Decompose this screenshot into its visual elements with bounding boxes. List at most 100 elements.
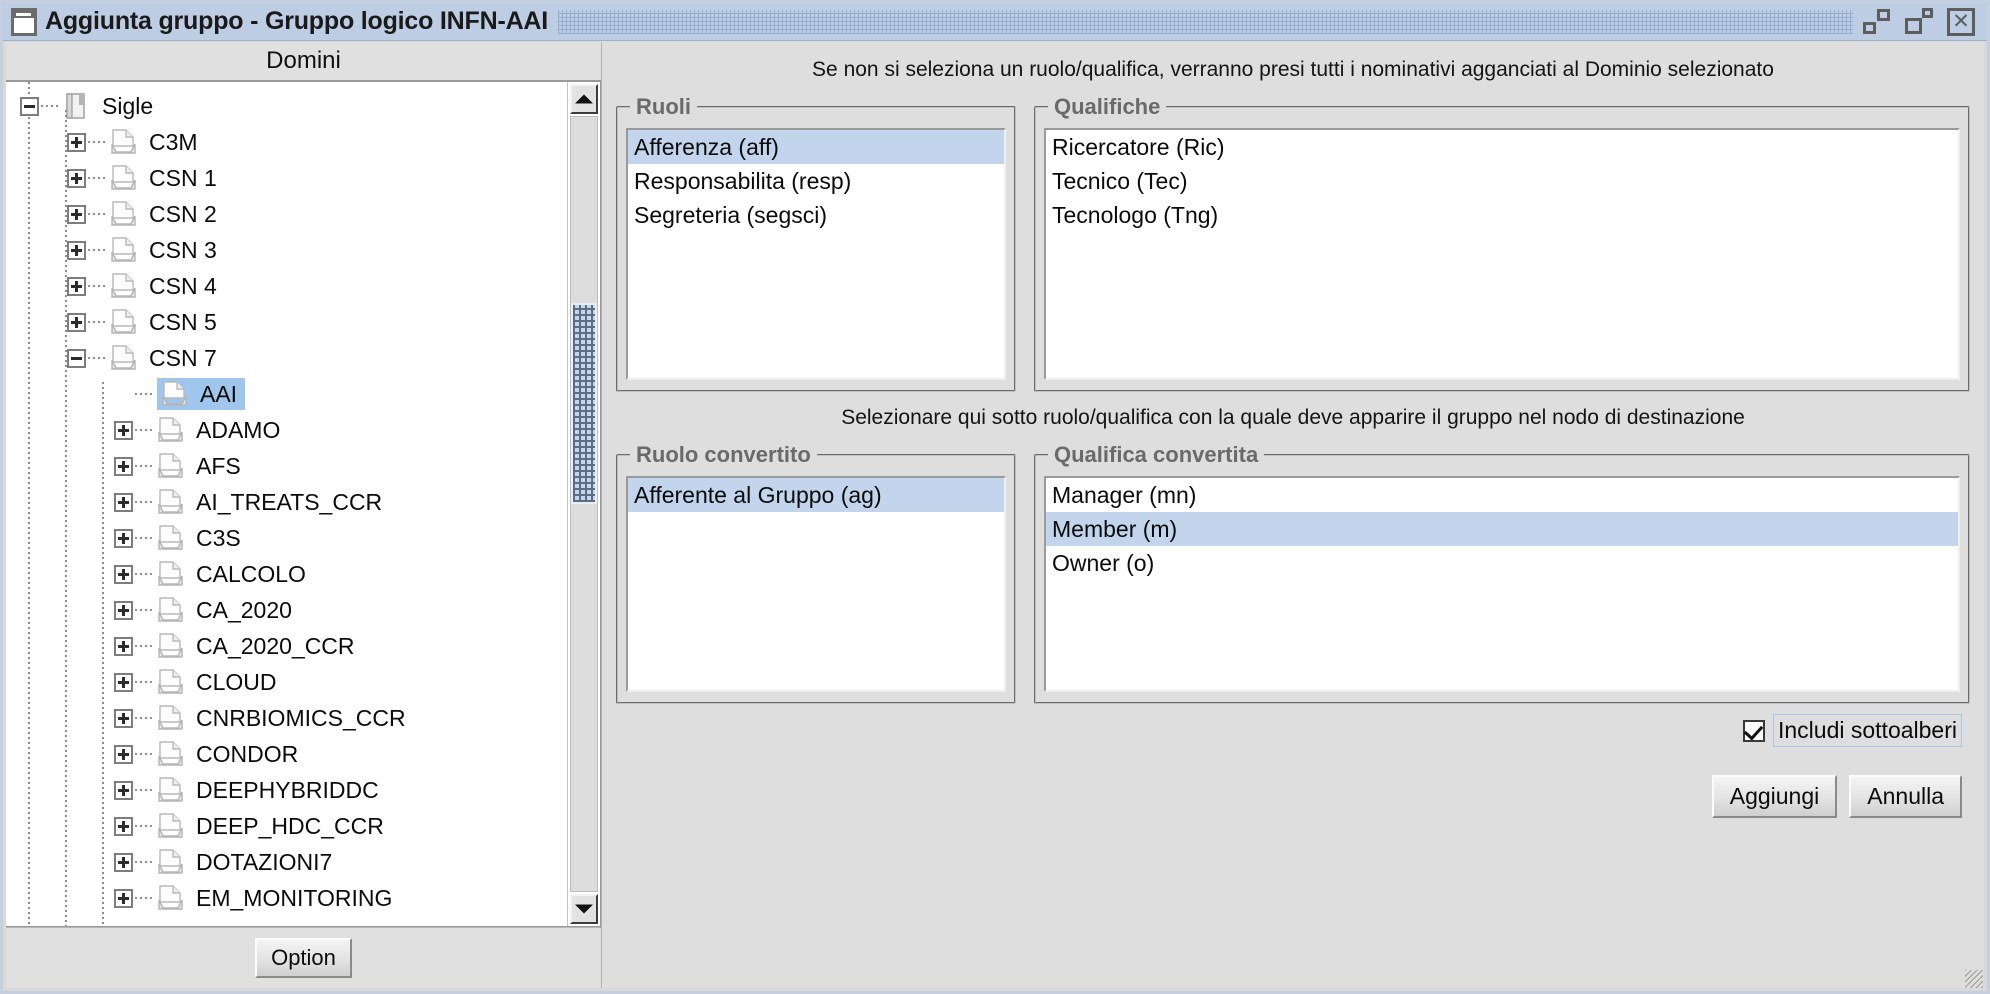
tree-item-label: CSN 2 — [149, 200, 217, 227]
source-groups-row: Ruoli Afferenza (aff) Responsabilita (res… — [602, 94, 1984, 392]
tree-item-em-monitoring[interactable]: EM_MONITORING — [6, 880, 567, 916]
tree-connector — [135, 789, 155, 791]
close-icon[interactable]: ✕ — [1947, 7, 1975, 36]
ruoli-item[interactable]: Afferenza (aff) — [628, 130, 1004, 164]
qualifiche-item[interactable]: Tecnologo (Tng) — [1046, 198, 1958, 232]
ruoli-item[interactable]: Responsabilita (resp) — [628, 164, 1004, 198]
tree-item-csn-1[interactable]: CSN 1 — [6, 160, 567, 196]
document-icon — [157, 560, 184, 588]
tree-item-c3m[interactable]: C3M — [6, 124, 567, 160]
annulla-button[interactable]: Annulla — [1849, 775, 1962, 818]
tree-item-csn-5[interactable]: CSN 5 — [6, 304, 567, 340]
tree-connector — [88, 285, 108, 287]
restore-down-icon[interactable] — [1863, 8, 1891, 36]
tree-item-content: CSN 1 — [110, 164, 221, 192]
qualifica-convertita-item[interactable]: Owner (o) — [1046, 546, 1958, 580]
expand-plus-icon[interactable] — [114, 816, 133, 836]
tree-item-label: AFS — [196, 452, 241, 479]
tree-item-content: Sigle — [63, 92, 157, 120]
ruolo-convertito-item[interactable]: Afferente al Gruppo (ag) — [628, 478, 1004, 512]
tree-item-csn-7[interactable]: CSN 7 — [6, 340, 567, 376]
tree-item-cnrbiomics-ccr[interactable]: CNRBIOMICS_CCR — [6, 700, 567, 736]
tree-item-csn-4[interactable]: CSN 4 — [6, 268, 567, 304]
tree-item-ca-2020[interactable]: CA_2020 — [6, 592, 567, 628]
expand-plus-icon[interactable] — [67, 312, 86, 332]
tree-item-label: CSN 7 — [149, 344, 217, 371]
expand-plus-icon[interactable] — [67, 276, 86, 296]
qualifica-convertita-legend: Qualifica convertita — [1054, 442, 1259, 467]
expand-plus-icon[interactable] — [67, 168, 86, 188]
expand-plus-icon[interactable] — [114, 888, 133, 908]
ruoli-legend: Ruoli — [636, 94, 691, 119]
resize-grip[interactable] — [1965, 970, 1983, 988]
qualifica-convertita-list[interactable]: Manager (mn) Member (m) Owner (o) — [1044, 476, 1960, 692]
tree-connector — [135, 537, 155, 539]
tree-item-dotazioni7[interactable]: DOTAZIONI7 — [6, 844, 567, 880]
expand-plus-icon[interactable] — [67, 132, 86, 152]
tree-connector — [41, 105, 61, 107]
ruoli-group: Ruoli Afferenza (aff) Responsabilita (res… — [616, 94, 1016, 392]
ruolo-convertito-list[interactable]: Afferente al Gruppo (ag) — [626, 476, 1006, 692]
expand-plus-icon[interactable] — [114, 636, 133, 656]
aggiungi-button[interactable]: Aggiungi — [1711, 775, 1838, 818]
qualifiche-item[interactable]: Ricercatore (Ric) — [1046, 130, 1958, 164]
expand-plus-icon[interactable] — [114, 528, 133, 548]
domains-footer: Option — [6, 927, 601, 988]
tree-item-calcolo[interactable]: CALCOLO — [6, 556, 567, 592]
scroll-up-button[interactable] — [570, 84, 598, 114]
expand-plus-icon[interactable] — [114, 564, 133, 584]
expand-plus-icon[interactable] — [114, 780, 133, 800]
title-bar[interactable]: Aggiunta gruppo - Gruppo logico INFN-AAI… — [3, 3, 1987, 41]
scrollbar-track[interactable] — [570, 116, 598, 892]
expand-plus-icon[interactable] — [114, 600, 133, 620]
tree-item-adamo[interactable]: ADAMO — [6, 412, 567, 448]
tree-item-csn-3[interactable]: CSN 3 — [6, 232, 567, 268]
tree-item-deep-hdc-ccr[interactable]: DEEP_HDC_CCR — [6, 808, 567, 844]
tree-connector — [135, 501, 155, 503]
collapse-minus-icon[interactable] — [67, 348, 86, 368]
tree-item-c3s[interactable]: C3S — [6, 520, 567, 556]
tree-item-content: CSN 3 — [110, 236, 221, 264]
tree-item-afs[interactable]: AFS — [6, 448, 567, 484]
expand-plus-icon[interactable] — [67, 204, 86, 224]
tree-item-aai[interactable]: AAI — [6, 376, 567, 412]
domains-panel: Domini Sigle C3M CSN 1 CSN 2 CSN 3 CSN 4 CSN 5… — [6, 42, 602, 988]
tree-scrollbar[interactable] — [567, 82, 600, 926]
collapse-minus-icon[interactable] — [20, 96, 39, 116]
option-button[interactable]: Option — [255, 938, 352, 978]
expand-plus-icon[interactable] — [114, 492, 133, 512]
tree-item-sigle[interactable]: Sigle — [6, 88, 567, 124]
tree-item-label: CSN 3 — [149, 236, 217, 263]
include-subtrees-checkbox[interactable] — [1743, 719, 1765, 742]
qualifiche-item[interactable]: Tecnico (Tec) — [1046, 164, 1958, 198]
tree-item-condor[interactable]: CONDOR — [6, 736, 567, 772]
expand-plus-icon[interactable] — [114, 420, 133, 440]
include-subtrees-row[interactable]: Includi sottoalberi — [1743, 714, 1962, 747]
include-subtrees-label[interactable]: Includi sottoalberi — [1773, 714, 1962, 747]
tree-connector — [88, 177, 108, 179]
tree-item-deephybriddc[interactable]: DEEPHYBRIDDC — [6, 772, 567, 808]
expand-plus-icon[interactable] — [114, 456, 133, 476]
tree-item-ai-treats-ccr[interactable]: AI_TREATS_CCR — [6, 484, 567, 520]
qualifica-convertita-item[interactable]: Manager (mn) — [1046, 478, 1958, 512]
qualifiche-list[interactable]: Ricercatore (Ric) Tecnico (Tec) Tecnologo … — [1044, 128, 1960, 380]
ruoli-item[interactable]: Segreteria (segsci) — [628, 198, 1004, 232]
tree-item-label: CSN 1 — [149, 164, 217, 191]
expand-plus-icon[interactable] — [114, 852, 133, 872]
tree-item-label: CSN 4 — [149, 272, 217, 299]
scrollbar-thumb[interactable] — [571, 302, 597, 504]
tree-item-ca-2020-ccr[interactable]: CA_2020_CCR — [6, 628, 567, 664]
expand-plus-icon[interactable] — [114, 708, 133, 728]
scroll-down-button[interactable] — [570, 894, 598, 924]
tree-item-csn-2[interactable]: CSN 2 — [6, 196, 567, 232]
tree-item-content: CA_2020 — [157, 596, 296, 624]
window-title: Aggiunta gruppo - Gruppo logico INFN-AAI — [45, 7, 549, 35]
expand-plus-icon[interactable] — [114, 744, 133, 764]
ruoli-list[interactable]: Afferenza (aff) Responsabilita (resp) Segr… — [626, 128, 1006, 380]
expand-plus-icon[interactable] — [114, 672, 133, 692]
domains-tree[interactable]: Sigle C3M CSN 1 CSN 2 CSN 3 CSN 4 CSN 5 CSN 7 AA… — [6, 82, 567, 926]
maximize-icon[interactable] — [1905, 7, 1933, 36]
tree-item-cloud[interactable]: CLOUD — [6, 664, 567, 700]
qualifica-convertita-item[interactable]: Member (m) — [1046, 512, 1958, 546]
expand-plus-icon[interactable] — [67, 240, 86, 260]
